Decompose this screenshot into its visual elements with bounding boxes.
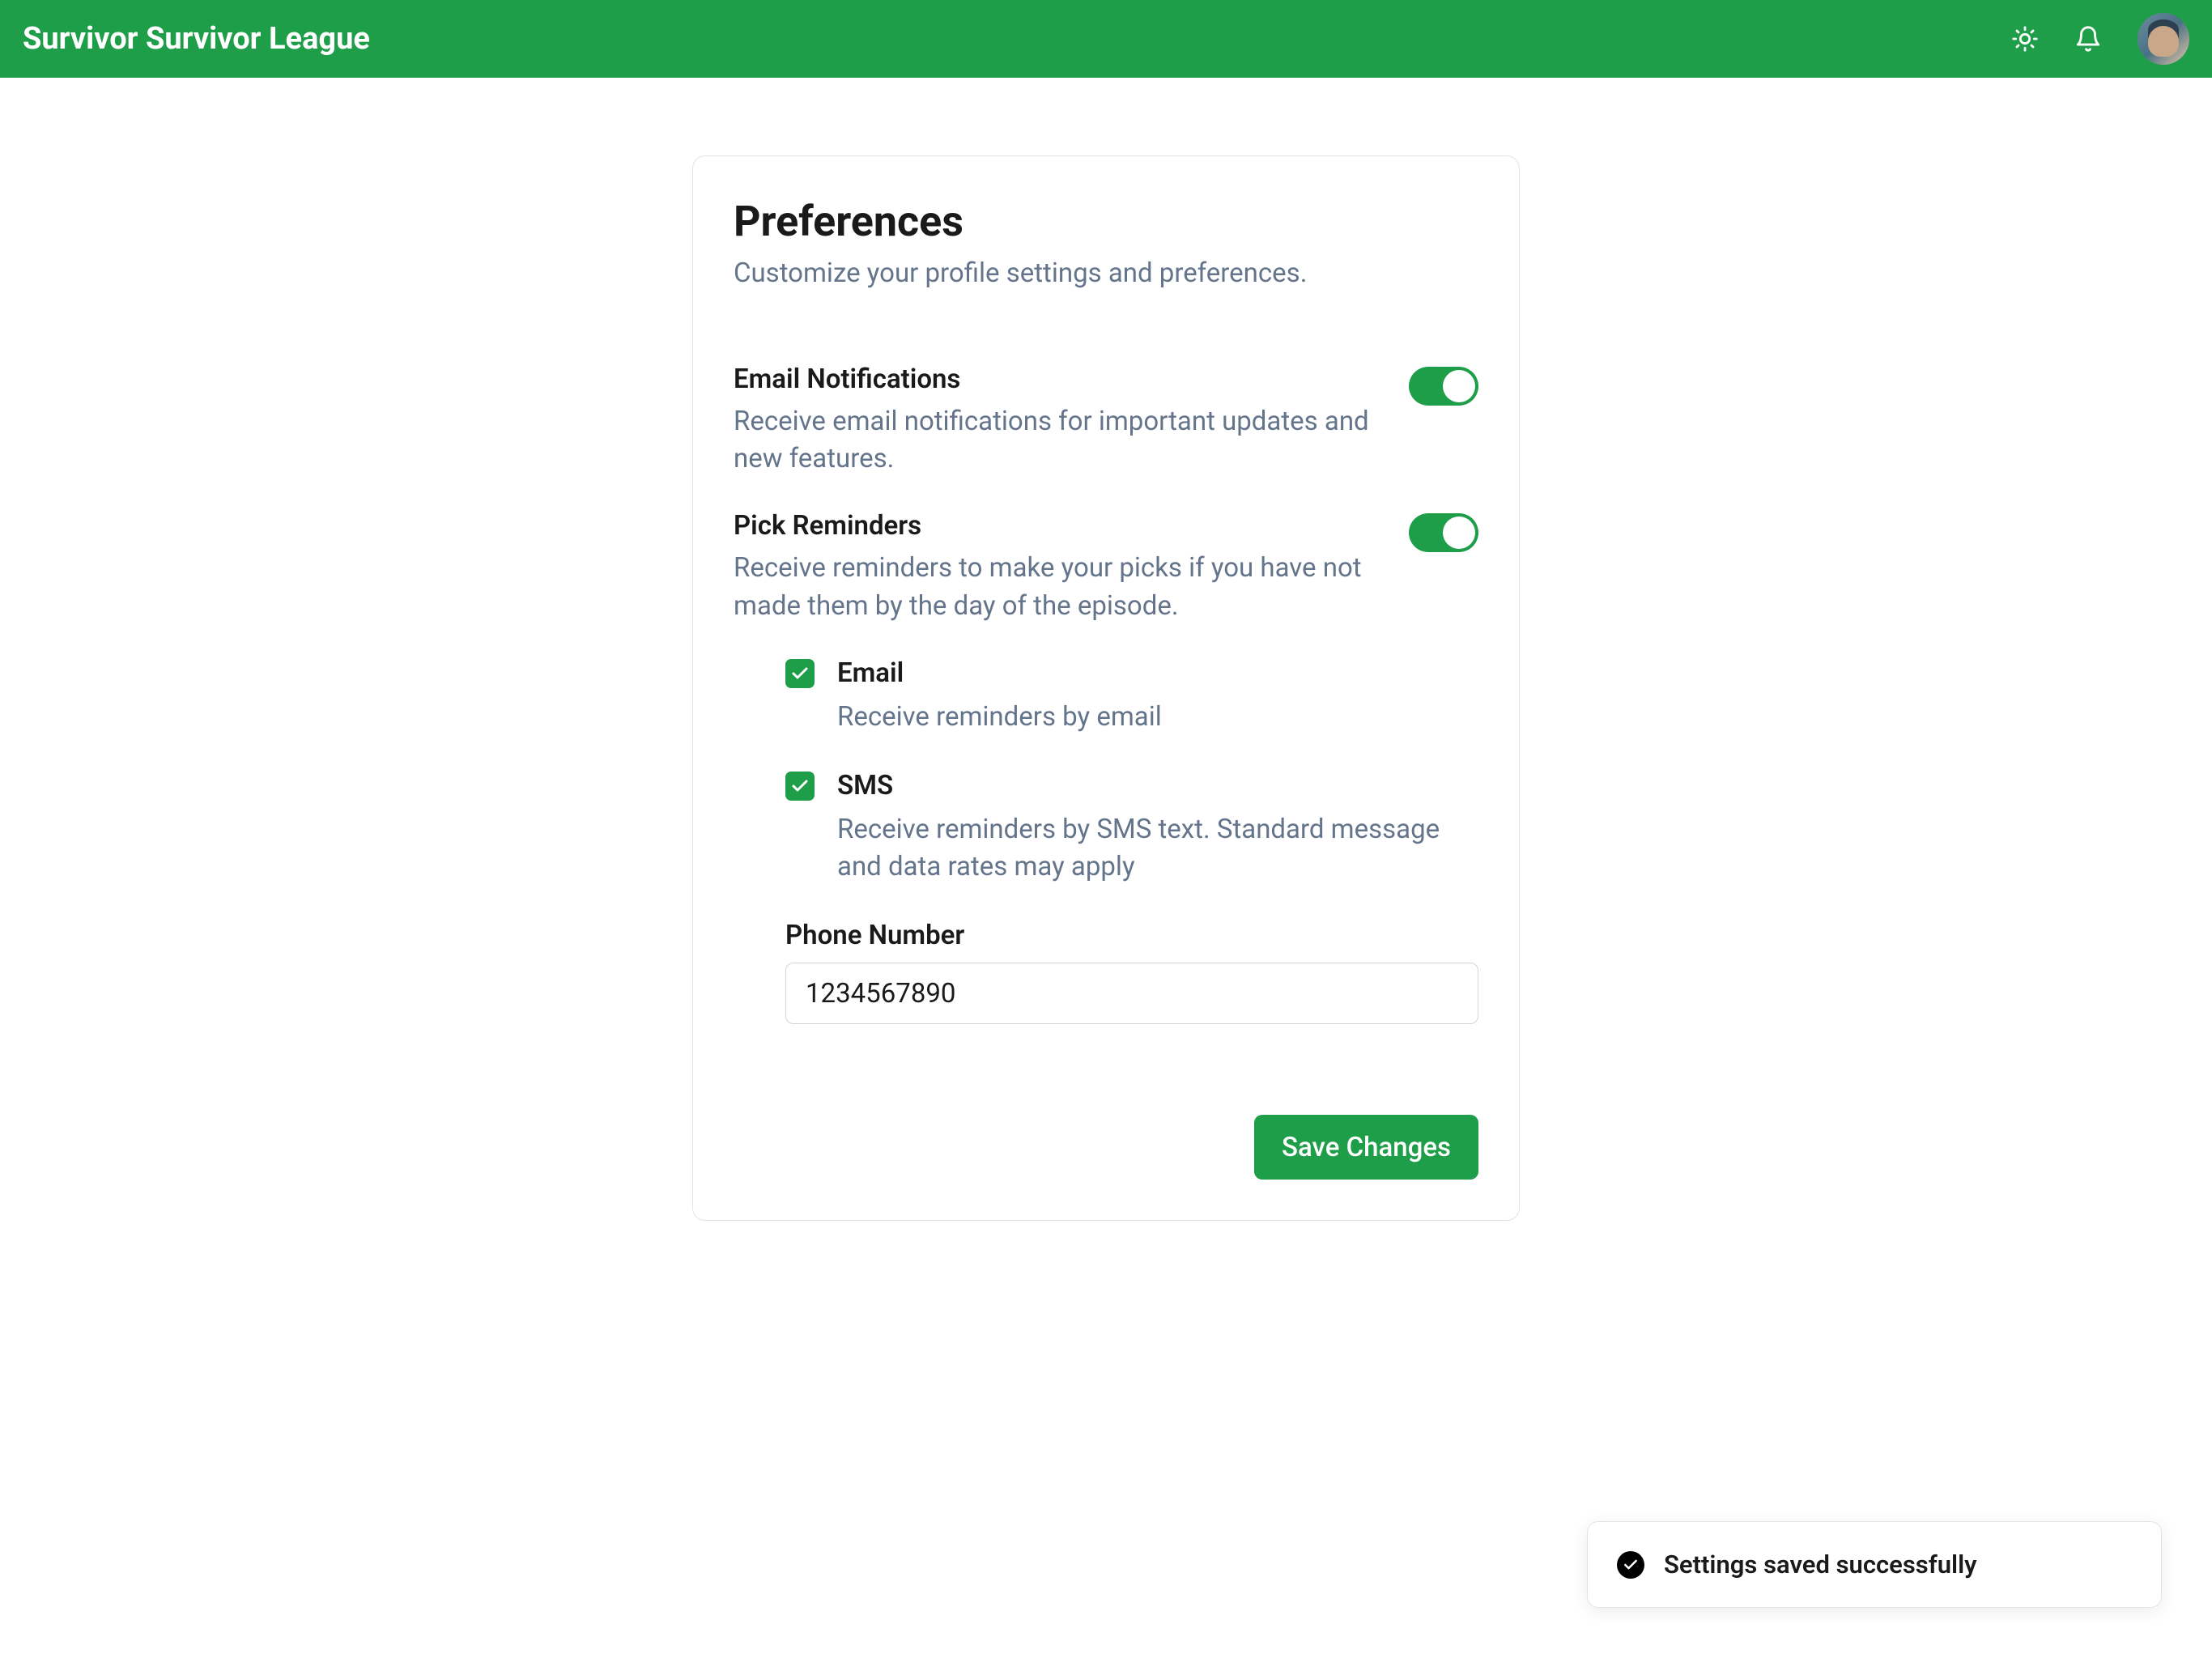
pick-reminders-description: Receive reminders to make your picks if … <box>734 550 1389 624</box>
pick-reminders-text: Pick Reminders Receive reminders to make… <box>734 510 1409 624</box>
email-notifications-text: Email Notifications Receive email notifi… <box>734 363 1409 478</box>
email-notifications-label: Email Notifications <box>734 363 1389 395</box>
header-actions <box>2011 13 2189 65</box>
reminder-sms-checkbox[interactable] <box>785 772 815 801</box>
reminder-email-checkbox[interactable] <box>785 659 815 688</box>
card-footer: Save Changes <box>734 1115 1478 1180</box>
toast-message: Settings saved successfully <box>1664 1550 1977 1579</box>
reminder-sms-text: SMS Receive reminders by SMS text. Stand… <box>837 770 1478 886</box>
save-button[interactable]: Save Changes <box>1254 1115 1478 1180</box>
pick-reminders-toggle[interactable] <box>1409 513 1478 552</box>
toggle-thumb <box>1443 517 1475 549</box>
reminder-email-label: Email <box>837 657 1478 689</box>
sun-icon[interactable] <box>2011 25 2039 53</box>
pick-reminders-label: Pick Reminders <box>734 510 1389 542</box>
main: Preferences Customize your profile setti… <box>0 78 2212 1221</box>
avatar[interactable] <box>2138 13 2189 65</box>
reminder-sms-description: Receive reminders by SMS text. Standard … <box>837 811 1478 886</box>
reminder-sms-option: SMS Receive reminders by SMS text. Stand… <box>785 770 1478 886</box>
preferences-card: Preferences Customize your profile setti… <box>692 155 1520 1221</box>
page-title: Preferences <box>734 197 1478 246</box>
app-title: Survivor Survivor League <box>23 21 370 57</box>
phone-number-field: Phone Number <box>734 920 1478 1024</box>
toggle-thumb <box>1443 370 1475 402</box>
email-notifications-description: Receive email notifications for importan… <box>734 403 1389 478</box>
pick-reminders-row: Pick Reminders Receive reminders to make… <box>734 510 1478 624</box>
bell-icon[interactable] <box>2074 25 2102 53</box>
header: Survivor Survivor League <box>0 0 2212 78</box>
email-notifications-toggle[interactable] <box>1409 367 1478 406</box>
reminder-sms-label: SMS <box>837 770 1478 801</box>
phone-number-label: Phone Number <box>785 920 1478 951</box>
email-notifications-row: Email Notifications Receive email notifi… <box>734 363 1478 478</box>
page-subtitle: Customize your profile settings and pref… <box>734 257 1478 289</box>
check-circle-icon <box>1617 1551 1644 1579</box>
reminder-options: Email Receive reminders by email SMS Rec… <box>734 657 1478 886</box>
toast: Settings saved successfully <box>1587 1521 2162 1608</box>
reminder-email-description: Receive reminders by email <box>837 699 1478 736</box>
phone-number-input[interactable] <box>785 963 1478 1024</box>
reminder-email-text: Email Receive reminders by email <box>837 657 1478 736</box>
reminder-email-option: Email Receive reminders by email <box>785 657 1478 736</box>
